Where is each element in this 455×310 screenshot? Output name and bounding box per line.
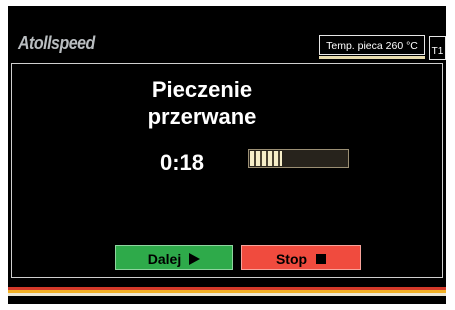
oven-display: Atollspeed Temp. pieca 260 °C T1 Pieczen…: [8, 6, 446, 304]
tray-tag: T1: [429, 36, 446, 60]
progress-bar: [248, 149, 349, 168]
continue-button-label: Dalej: [147, 250, 182, 267]
stop-icon: [316, 254, 327, 265]
status-title: Pieczenie przerwane: [147, 77, 257, 129]
elapsed-timer: 0:18: [160, 150, 205, 175]
stripe-cream: [8, 293, 446, 296]
stop-button[interactable]: Stop: [241, 245, 361, 270]
oven-temperature-indicator[interactable]: Temp. pieca 260 °C: [319, 35, 425, 55]
brand-logo: Atollspeed: [18, 34, 95, 54]
progress-fill: [250, 151, 282, 166]
play-icon: [189, 253, 201, 266]
continue-button[interactable]: Dalej: [115, 245, 233, 270]
temperature-underline: [319, 56, 425, 59]
stop-button-label: Stop: [275, 250, 308, 267]
